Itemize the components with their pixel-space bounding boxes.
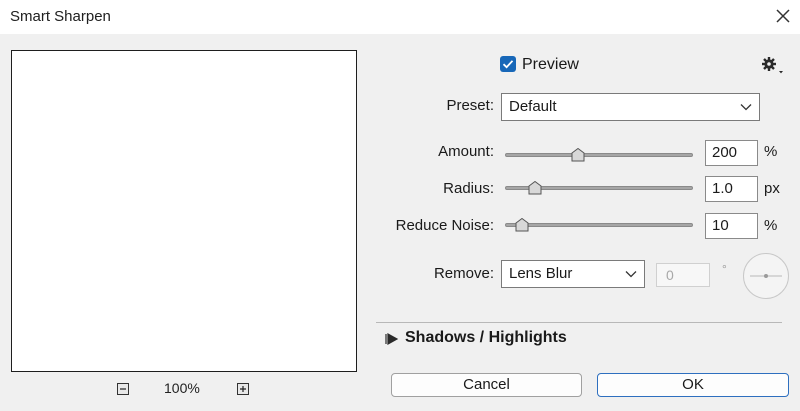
amount-label: Amount: (438, 143, 494, 160)
checkmark-icon (502, 60, 514, 69)
triangle-right-icon[interactable] (385, 333, 399, 345)
close-button[interactable] (770, 3, 796, 29)
preview-canvas[interactable] (11, 50, 357, 372)
settings-menu-button[interactable] (761, 56, 783, 78)
amount-unit: % (764, 143, 778, 160)
zoom-out-button[interactable] (117, 383, 129, 395)
remove-value: Lens Blur (509, 265, 573, 282)
preset-select[interactable]: Default (501, 93, 760, 121)
radius-unit: px (764, 180, 780, 197)
amount-input[interactable]: 200 (705, 140, 758, 166)
radius-slider[interactable] (505, 181, 693, 195)
chevron-down-icon (740, 104, 752, 111)
amount-slider[interactable] (505, 148, 693, 162)
remove-select[interactable]: Lens Blur (501, 260, 645, 288)
zoom-level: 100% (164, 380, 200, 396)
preview-label: Preview (522, 56, 579, 73)
angle-dial-icon (750, 274, 782, 278)
gear-icon (762, 57, 783, 74)
close-icon (776, 9, 790, 23)
amount-slider-track (505, 153, 693, 157)
preset-value: Default (509, 98, 557, 115)
reduce-noise-slider[interactable] (505, 218, 693, 232)
dialog-title: Smart Sharpen (10, 8, 111, 25)
angle-unit: ° (722, 262, 727, 276)
ok-button[interactable]: OK (597, 373, 789, 397)
title-bar (0, 0, 800, 34)
section-divider (376, 322, 782, 323)
preview-checkbox[interactable] (500, 56, 516, 72)
minus-icon (120, 388, 126, 390)
reduce-noise-label: Reduce Noise: (395, 217, 494, 234)
reduce-noise-slider-thumb[interactable] (515, 218, 529, 232)
shadows-highlights-toggle[interactable]: Shadows / Highlights (405, 329, 567, 347)
reduce-noise-input[interactable]: 10 (705, 213, 758, 239)
chevron-down-icon (625, 271, 637, 278)
plus-icon (240, 386, 246, 392)
zoom-in-button[interactable] (237, 383, 249, 395)
cancel-button[interactable]: Cancel (391, 373, 582, 397)
radius-input[interactable]: 1.0 (705, 176, 758, 202)
amount-slider-thumb[interactable] (571, 148, 585, 162)
radius-label: Radius: (443, 180, 494, 197)
reduce-noise-slider-track (505, 223, 693, 227)
preset-label: Preset: (446, 97, 494, 114)
reduce-noise-unit: % (764, 217, 778, 234)
angle-input[interactable]: 0 (656, 263, 710, 287)
remove-label: Remove: (433, 265, 494, 282)
radius-slider-thumb[interactable] (528, 181, 542, 195)
angle-dial[interactable] (743, 253, 789, 299)
